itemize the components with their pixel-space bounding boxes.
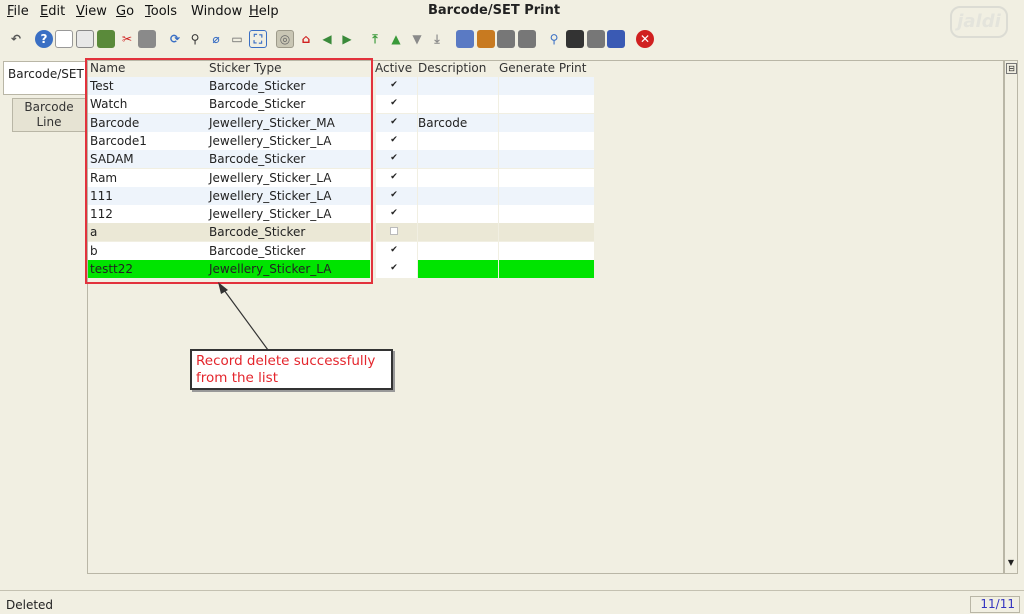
record-count: 11/11 (970, 596, 1020, 613)
callout-arrow-line (223, 289, 269, 351)
status-divider (0, 590, 1024, 591)
callout-arrow-head (218, 282, 228, 294)
callout-line-2: from the list (196, 370, 278, 386)
callout-arrow (218, 282, 269, 351)
callout-line-1: Record delete successfully (196, 353, 376, 369)
annotation-callout: Record delete successfully from the list (190, 349, 393, 390)
status-message: Deleted (6, 598, 54, 612)
